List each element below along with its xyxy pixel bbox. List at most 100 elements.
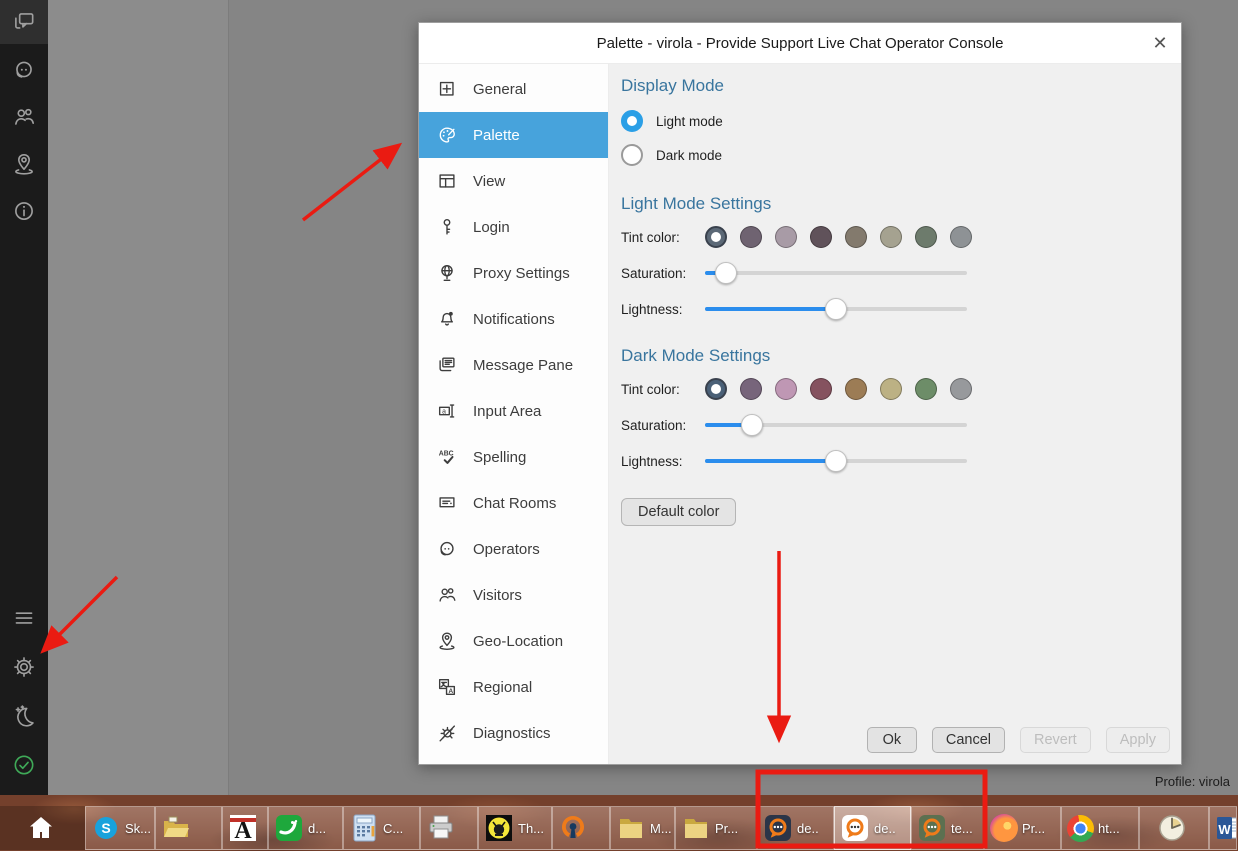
taskbar-item-virola-light[interactable]: de.. (834, 806, 911, 850)
hamburger-menu-icon (11, 605, 37, 631)
dark-mode-option[interactable]: Dark mode (621, 138, 1169, 172)
light-swatch-2[interactable] (740, 226, 762, 248)
light-mode-settings-heading: Light Mode Settings (621, 194, 1169, 214)
category-label: Notifications (473, 311, 555, 328)
category-input-area[interactable]: a Input Area (419, 388, 608, 434)
taskbar-item-home[interactable] (0, 806, 85, 850)
sidebar-item-dark-mode[interactable] (0, 693, 48, 739)
cancel-button[interactable]: Cancel (932, 727, 1005, 753)
light-swatch-5[interactable] (845, 226, 867, 248)
category-view[interactable]: View (419, 158, 608, 204)
sidebar-item-chats[interactable] (0, 0, 48, 44)
light-saturation-row: Saturation: (621, 258, 1169, 288)
light-tint-row: Tint color: (621, 222, 1169, 252)
taskbar-item-black-yellow-app[interactable]: Th... (478, 806, 552, 850)
dark-swatch-7[interactable] (915, 378, 937, 400)
light-swatch-8[interactable] (950, 226, 972, 248)
light-swatch-3[interactable] (775, 226, 797, 248)
sidebar-item-settings[interactable] (0, 644, 48, 690)
ok-button[interactable]: Ok (867, 727, 917, 753)
category-geo-location[interactable]: Geo-Location (419, 618, 608, 664)
taskbar-item-virola-dark[interactable]: de.. (757, 806, 834, 850)
taskbar-item-skype[interactable]: S Sk... (85, 806, 155, 850)
printer-icon (426, 813, 456, 843)
dialog-title: Palette - virola - Provide Support Live … (419, 35, 1139, 52)
slider-fill (705, 459, 836, 463)
check-circle-icon (11, 752, 37, 778)
slider-handle[interactable] (825, 298, 847, 320)
category-proxy-settings[interactable]: Proxy Settings (419, 250, 608, 296)
sidebar-item-status[interactable] (0, 742, 48, 788)
taskbar-item-openvpn[interactable] (552, 806, 610, 850)
light-swatch-6[interactable] (880, 226, 902, 248)
light-swatch-1[interactable] (705, 226, 727, 248)
sidebar-item-visitors[interactable] (0, 94, 48, 140)
background-app-panel (48, 0, 229, 795)
skype-icon: S (91, 813, 121, 843)
taskbar-item-folder-m[interactable]: M... (610, 806, 675, 850)
apply-button[interactable]: Apply (1106, 727, 1170, 753)
gear-icon (11, 654, 37, 680)
slider-handle[interactable] (715, 262, 737, 284)
category-chat-rooms[interactable]: Chat Rooms (419, 480, 608, 526)
taskbar-item-firefox[interactable]: Pr... (984, 806, 1061, 850)
category-diagnostics[interactable]: Diagnostics (419, 710, 608, 756)
close-icon[interactable]: ✕ (1139, 33, 1181, 54)
general-icon (436, 78, 458, 100)
taskbar-item-calculator[interactable]: C... (343, 806, 420, 850)
category-spelling[interactable]: ABC Spelling (419, 434, 608, 480)
sidebar-item-operator[interactable] (0, 47, 48, 93)
light-mode-option[interactable]: Light mode (621, 104, 1169, 138)
category-message-pane[interactable]: Message Pane (419, 342, 608, 388)
taskbar-item-word[interactable]: W H (1209, 806, 1237, 850)
taskbar-item-printer[interactable] (420, 806, 478, 850)
bell-icon (436, 308, 458, 330)
default-color-button[interactable]: Default color (621, 498, 736, 526)
category-label: Message Pane (473, 357, 573, 374)
dark-swatch-2[interactable] (740, 378, 762, 400)
green-app-icon (274, 813, 304, 843)
openvpn-icon (558, 813, 588, 843)
revert-button[interactable]: Revert (1020, 727, 1091, 753)
category-operators[interactable]: Operators (419, 526, 608, 572)
category-visitors[interactable]: Visitors (419, 572, 608, 618)
category-general[interactable]: General (419, 66, 608, 112)
light-swatch-7[interactable] (915, 226, 937, 248)
light-lightness-slider[interactable] (705, 297, 967, 321)
category-notifications[interactable]: Notifications (419, 296, 608, 342)
taskbar-item-folder-pr[interactable]: Pr... (675, 806, 757, 850)
screen: Palette - virola - Provide Support Live … (0, 0, 1238, 851)
svg-text:A: A (234, 818, 252, 843)
dark-swatch-1[interactable] (705, 378, 727, 400)
sidebar-item-info[interactable] (0, 188, 48, 234)
message-pane-icon (436, 354, 458, 376)
taskbar-item-green-app[interactable]: d... (268, 806, 343, 850)
taskbar-item-explorer[interactable] (155, 806, 222, 850)
sidebar-item-geo-location[interactable] (0, 141, 48, 187)
dark-swatch-5[interactable] (845, 378, 867, 400)
dark-swatch-8[interactable] (950, 378, 972, 400)
category-palette[interactable]: Palette (419, 112, 608, 158)
taskbar-item-fonts[interactable]: A (222, 806, 268, 850)
category-regional[interactable]: A Regional (419, 664, 608, 710)
taskbar-item-clock[interactable] (1139, 806, 1209, 850)
light-swatch-4[interactable] (810, 226, 832, 248)
dark-swatch-6[interactable] (880, 378, 902, 400)
dark-swatch-3[interactable] (775, 378, 797, 400)
slider-fill (705, 307, 836, 311)
sidebar-item-menu[interactable] (0, 595, 48, 641)
light-mode-radio[interactable] (621, 110, 643, 132)
category-login[interactable]: Login (419, 204, 608, 250)
location-pin-icon (11, 151, 37, 177)
dark-saturation-slider[interactable] (705, 413, 967, 437)
info-icon (11, 198, 37, 224)
taskbar-item-virola-green[interactable]: te... (911, 806, 984, 850)
dark-mode-label: Dark mode (656, 148, 722, 163)
light-saturation-slider[interactable] (705, 261, 967, 285)
dark-lightness-slider[interactable] (705, 449, 967, 473)
dark-swatch-4[interactable] (810, 378, 832, 400)
taskbar-item-chrome[interactable]: ht... (1061, 806, 1139, 850)
dark-mode-radio[interactable] (621, 144, 643, 166)
slider-handle[interactable] (825, 450, 847, 472)
slider-handle[interactable] (741, 414, 763, 436)
